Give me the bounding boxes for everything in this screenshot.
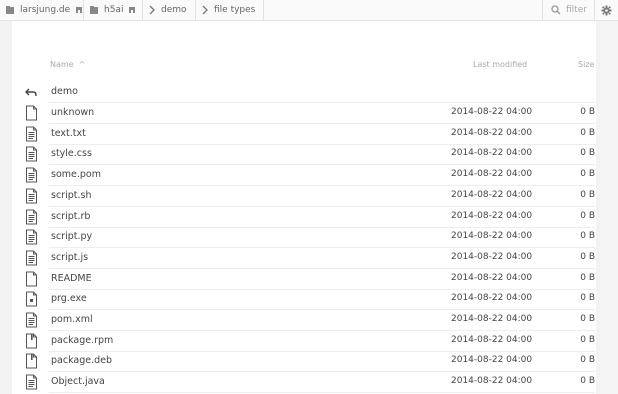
breadcrumb-label: demo [161,5,187,15]
column-size-header[interactable]: Size [578,58,594,70]
file-size: 0 B [580,293,595,303]
file-size: 0 B [580,376,595,386]
package-file-icon [25,353,38,369]
file-size: 0 B [580,314,595,324]
file-modified: 2014-08-22 04:00 [451,293,533,303]
gear-icon [601,4,612,16]
text-file-icon [25,146,38,162]
filter-input[interactable]: filter [566,5,587,15]
file-row[interactable]: style.css 2014-08-22 04:00 0 B [49,144,595,165]
breadcrumb-demo[interactable]: demo [143,0,196,20]
file-size: 0 B [580,128,595,138]
file-row[interactable]: script.js 2014-08-22 04:00 0 B [49,248,595,269]
parent-folder-label: demo [51,86,78,97]
folder-icon [89,5,99,15]
file-size: 0 B [580,252,595,262]
file-name: script.py [51,231,93,242]
binary-file-icon [25,291,38,307]
text-file-icon [25,209,38,225]
file-size: 0 B [580,190,595,200]
file-size: 0 B [580,335,595,345]
text-file-icon [25,126,38,142]
file-size: 0 B [580,355,595,365]
blank-file-icon [25,271,38,287]
file-name: package.rpm [51,335,114,346]
file-size: 0 B [580,169,595,179]
folder-home-icon [128,6,136,14]
text-file-icon [25,229,38,245]
column-name-header[interactable]: Name ^ [50,58,85,70]
file-name: script.rb [51,211,91,222]
file-row[interactable]: text.txt 2014-08-22 04:00 0 B [49,124,595,145]
parent-folder-row[interactable]: demo [49,82,595,103]
text-file-icon [25,188,38,204]
text-file-icon [25,374,38,390]
file-row[interactable]: script.sh 2014-08-22 04:00 0 B [49,186,595,207]
file-modified: 2014-08-22 04:00 [451,190,533,200]
file-name: text.txt [51,128,86,139]
file-row[interactable]: script.rb 2014-08-22 04:00 0 B [49,207,595,228]
file-modified: 2014-08-22 04:00 [451,355,533,365]
file-row[interactable]: prg.exe 2014-08-22 04:00 0 B [49,289,595,310]
file-name: pom.xml [51,314,93,325]
home-icon [5,5,15,15]
blank-file-icon [25,105,38,121]
breadcrumb-larsjung[interactable]: larsjung.de [0,0,84,20]
file-modified: 2014-08-22 04:00 [451,314,533,324]
breadcrumb-h5ai[interactable]: h5ai [84,0,143,20]
file-row[interactable]: pom.xml 2014-08-22 04:00 0 B [49,310,595,331]
file-name: Object.java [51,376,105,387]
file-size: 0 B [580,211,595,221]
scrollbar-track[interactable] [600,21,618,394]
folder-home-icon [75,6,83,14]
package-file-icon [25,333,38,349]
breadcrumb-file-types[interactable]: file types [196,0,264,20]
file-size: 0 B [580,273,595,283]
file-size: 0 B [580,148,595,158]
breadcrumb-label: file types [214,5,256,15]
file-modified: 2014-08-22 04:00 [451,273,533,283]
file-modified: 2014-08-22 04:00 [451,148,533,158]
filter-box[interactable]: filter [542,0,594,20]
file-name: style.css [51,148,92,159]
text-file-icon [25,250,38,266]
breadcrumb-label: larsjung.de [20,5,71,15]
file-name: prg.exe [51,293,87,304]
file-name: unknown [51,107,95,118]
file-size: 0 B [580,231,595,241]
top-bar: larsjung.de h5ai demo file types filter [0,0,618,21]
file-name: README [51,273,92,284]
file-modified: 2014-08-22 04:00 [451,128,533,138]
file-row[interactable]: README 2014-08-22 04:00 0 B [49,269,595,290]
chevron-right-icon [148,5,156,15]
file-modified: 2014-08-22 04:00 [451,376,533,386]
search-icon [551,5,561,15]
file-modified: 2014-08-22 04:00 [451,169,533,179]
settings-button[interactable] [594,0,618,20]
file-name: script.sh [51,190,92,201]
file-row[interactable]: some.pom 2014-08-22 04:00 0 B [49,165,595,186]
file-modified: 2014-08-22 04:00 [451,107,533,117]
file-modified: 2014-08-22 04:00 [451,231,533,241]
back-arrow-icon [25,84,38,100]
file-size: 0 B [580,107,595,117]
file-row[interactable]: package.rpm 2014-08-22 04:00 0 B [49,331,595,352]
chevron-right-icon [201,5,209,15]
file-modified: 2014-08-22 04:00 [451,252,533,262]
file-name: some.pom [51,169,101,180]
file-name: package.deb [51,355,113,366]
file-name: script.js [51,252,89,263]
file-row[interactable]: unknown 2014-08-22 04:00 0 B [49,103,595,124]
file-row[interactable]: Object.java 2014-08-22 04:00 0 B [49,372,595,393]
text-file-icon [25,167,38,183]
file-row[interactable]: package.deb 2014-08-22 04:00 0 B [49,351,595,372]
column-modified-header[interactable]: Last modified [473,58,527,70]
file-row[interactable]: script.py 2014-08-22 04:00 0 B [49,227,595,248]
breadcrumb-label: h5ai [104,5,124,15]
sort-asc-icon: ^ [78,59,86,69]
file-modified: 2014-08-22 04:00 [451,335,533,345]
file-modified: 2014-08-22 04:00 [451,211,533,221]
text-file-icon [25,312,38,328]
